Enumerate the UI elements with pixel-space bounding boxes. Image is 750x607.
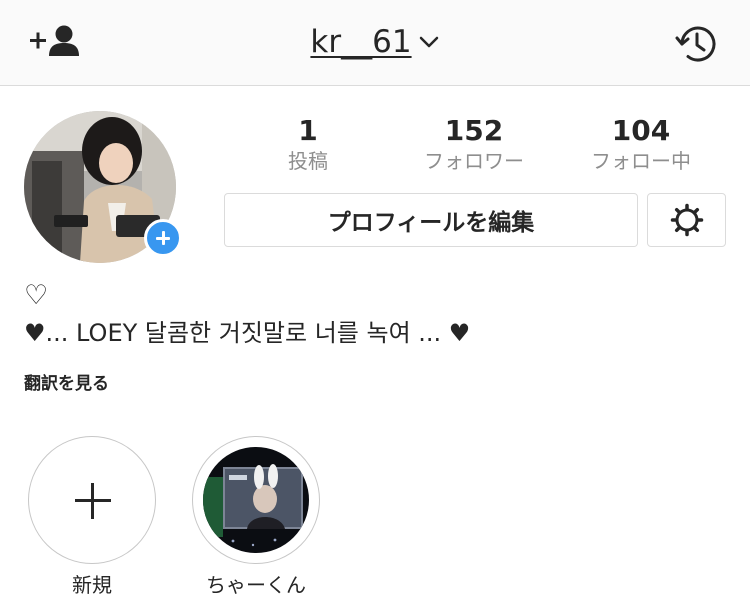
gear-icon — [670, 203, 703, 237]
following-count: 104 — [611, 114, 671, 147]
bio-text: ♥︎... LOEY 달콤한 거짓말로 너를 녹여 ... ♥︎ — [24, 319, 471, 347]
add-story-plus-icon[interactable] — [144, 219, 182, 257]
highlight-label-new: 新規 — [72, 573, 112, 597]
see-translation-link[interactable]: 翻訳を見る — [24, 373, 109, 395]
following-label: フォロー中 — [591, 149, 691, 173]
bio-heart-line: ♡ — [24, 280, 49, 311]
highlight-item[interactable] — [192, 436, 320, 564]
top-nav-bar: kr__61 — [0, 0, 750, 86]
stat-posts[interactable]: 1 投稿 — [233, 112, 383, 172]
followers-label: フォロワー — [424, 149, 524, 173]
username[interactable]: kr__61 — [310, 24, 411, 60]
highlight-label: ちゃーくん — [206, 573, 306, 597]
chevron-down-icon — [419, 36, 438, 48]
settings-button[interactable] — [647, 193, 726, 247]
highlight-cover-image — [203, 447, 309, 553]
followers-count: 152 — [444, 114, 504, 147]
username-switcher[interactable]: kr__61 — [310, 24, 439, 60]
stat-following[interactable]: 104 フォロー中 — [566, 112, 716, 172]
stat-followers[interactable]: 152 フォロワー — [399, 112, 549, 172]
posts-label: 投稿 — [288, 149, 328, 173]
posts-count: 1 — [298, 114, 318, 147]
history-icon[interactable] — [674, 22, 718, 66]
edit-profile-button[interactable]: プロフィールを編集 — [224, 193, 638, 247]
new-highlight-button[interactable] — [28, 436, 156, 564]
